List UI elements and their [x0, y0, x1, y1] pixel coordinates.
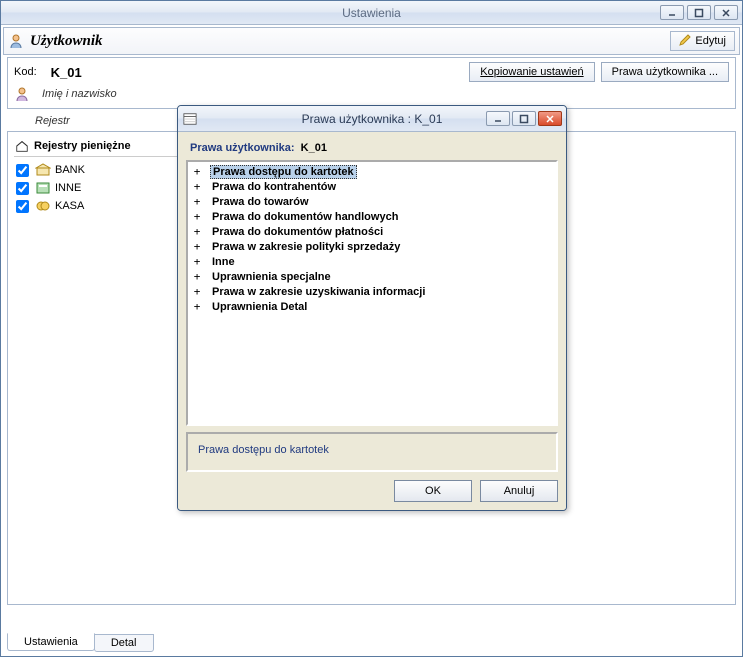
minimize-icon	[667, 8, 677, 18]
expand-icon[interactable]: +	[192, 240, 202, 253]
info-row-name: Imię i nazwisko	[14, 86, 729, 102]
expand-icon[interactable]: +	[192, 285, 202, 298]
expand-icon[interactable]: +	[192, 195, 202, 208]
registry-label: KASA	[55, 200, 84, 212]
main-title: Ustawienia	[1, 6, 742, 20]
code-value: K_01	[51, 65, 82, 80]
tree-item-label: Prawa do dokumentów płatności	[210, 226, 385, 238]
registry-checkbox[interactable]	[16, 182, 29, 195]
bottom-tabs: UstawieniaDetal	[7, 634, 153, 652]
dialog-button-row: OK Anuluj	[186, 480, 558, 502]
dialog-app-icon	[182, 111, 198, 127]
maximize-icon	[519, 114, 529, 124]
user-rights-dialog: Prawa użytkownika : K_01 Prawa użytkowni…	[177, 105, 567, 511]
user-info-box: Kod: K_01 Kopiowanie ustawień Prawa użyt…	[7, 57, 736, 109]
tree-item-label: Prawa w zakresie uzyskiwania informacji	[210, 286, 427, 298]
tree-item[interactable]: + Prawa w zakresie uzyskiwania informacji	[190, 284, 554, 299]
user-icon	[14, 86, 30, 102]
dialog-subtitle-label: Prawa użytkownika:	[190, 142, 295, 154]
tree-item[interactable]: + Prawa do dokumentów handlowych	[190, 209, 554, 224]
edit-button-label: Edytuj	[695, 35, 726, 47]
bank-icon	[35, 162, 51, 178]
tree-item-label: Prawa w zakresie polityki sprzedaży	[210, 241, 402, 253]
user-section-header: Użytkownik Edytuj	[3, 27, 740, 55]
dialog-close-button[interactable]	[538, 111, 562, 126]
user-section-label: Użytkownik	[30, 33, 103, 50]
registries-group-title: Rejestry pieniężne	[34, 140, 131, 152]
expand-icon[interactable]: +	[192, 300, 202, 313]
expand-icon[interactable]: +	[192, 255, 202, 268]
registry-label: INNE	[55, 182, 81, 194]
tree-item-label: Prawa do towarów	[210, 196, 311, 208]
cash-icon	[35, 198, 51, 214]
tree-item[interactable]: + Prawa dostępu do kartotek	[190, 164, 554, 179]
maximize-button[interactable]	[687, 5, 711, 20]
pencil-icon	[679, 34, 691, 49]
tree-item-label: Inne	[210, 256, 237, 268]
tree-item-label: Prawa do dokumentów handlowych	[210, 211, 400, 223]
minimize-icon	[493, 114, 503, 124]
tree-item[interactable]: + Uprawnienia Detal	[190, 299, 554, 314]
main-titlebar: Ustawienia	[1, 1, 742, 25]
tab-ustawienia[interactable]: Ustawienia	[7, 633, 95, 651]
tree-item-label: Uprawnienia specjalne	[210, 271, 333, 283]
fullname-label: Imię i nazwisko	[42, 88, 117, 100]
rights-tree[interactable]: + Prawa dostępu do kartotek + Prawa do kont…	[186, 160, 558, 426]
other-icon	[35, 180, 51, 196]
main-window: Ustawienia Użytkownik Edytuj	[0, 0, 743, 657]
tree-item[interactable]: + Inne	[190, 254, 554, 269]
edit-button[interactable]: Edytuj	[670, 31, 735, 51]
registry-checkbox[interactable]	[16, 164, 29, 177]
ok-button[interactable]: OK	[394, 480, 472, 502]
house-icon	[14, 138, 30, 154]
cancel-button[interactable]: Anuluj	[480, 480, 558, 502]
close-icon	[721, 8, 731, 18]
dialog-minimize-button[interactable]	[486, 111, 510, 126]
info-row-code: Kod: K_01 Kopiowanie ustawień Prawa użyt…	[14, 62, 729, 82]
expand-icon[interactable]: +	[192, 210, 202, 223]
tree-item[interactable]: + Prawa do towarów	[190, 194, 554, 209]
code-label: Kod:	[14, 66, 37, 78]
dialog-body: Prawa użytkownika: K_01 + Prawa dostępu d…	[178, 132, 566, 510]
rights-description: Prawa dostępu do kartotek	[186, 432, 558, 472]
expand-icon[interactable]: +	[192, 270, 202, 283]
close-icon	[545, 114, 555, 124]
registries-group-header[interactable]: Rejestry pieniężne	[14, 136, 182, 157]
maximize-icon	[694, 8, 704, 18]
tree-item-label: Prawa dostępu do kartotek	[210, 165, 357, 179]
tree-item-label: Uprawnienia Detal	[210, 301, 309, 313]
dialog-subtitle-value: K_01	[301, 142, 327, 154]
user-icon	[8, 33, 24, 49]
dialog-titlebar: Prawa użytkownika : K_01	[178, 106, 566, 132]
copy-settings-button[interactable]: Kopiowanie ustawień	[469, 62, 594, 82]
main-window-controls	[660, 5, 738, 20]
minimize-button[interactable]	[660, 5, 684, 20]
tree-item[interactable]: + Prawa do kontrahentów	[190, 179, 554, 194]
tab-detal[interactable]: Detal	[94, 634, 154, 652]
tree-item[interactable]: + Uprawnienia specjalne	[190, 269, 554, 284]
registry-checkbox[interactable]	[16, 200, 29, 213]
tree-item[interactable]: + Prawa w zakresie polityki sprzedaży	[190, 239, 554, 254]
tree-item-label: Prawa do kontrahentów	[210, 181, 338, 193]
dialog-subtitle: Prawa użytkownika: K_01	[186, 138, 558, 160]
registry-label: BANK	[55, 164, 85, 176]
expand-icon[interactable]: +	[192, 225, 202, 238]
expand-icon[interactable]: +	[192, 165, 202, 178]
dialog-maximize-button[interactable]	[512, 111, 536, 126]
close-button[interactable]	[714, 5, 738, 20]
user-rights-button[interactable]: Prawa użytkownika ...	[601, 62, 729, 82]
tree-item[interactable]: + Prawa do dokumentów płatności	[190, 224, 554, 239]
expand-icon[interactable]: +	[192, 180, 202, 193]
